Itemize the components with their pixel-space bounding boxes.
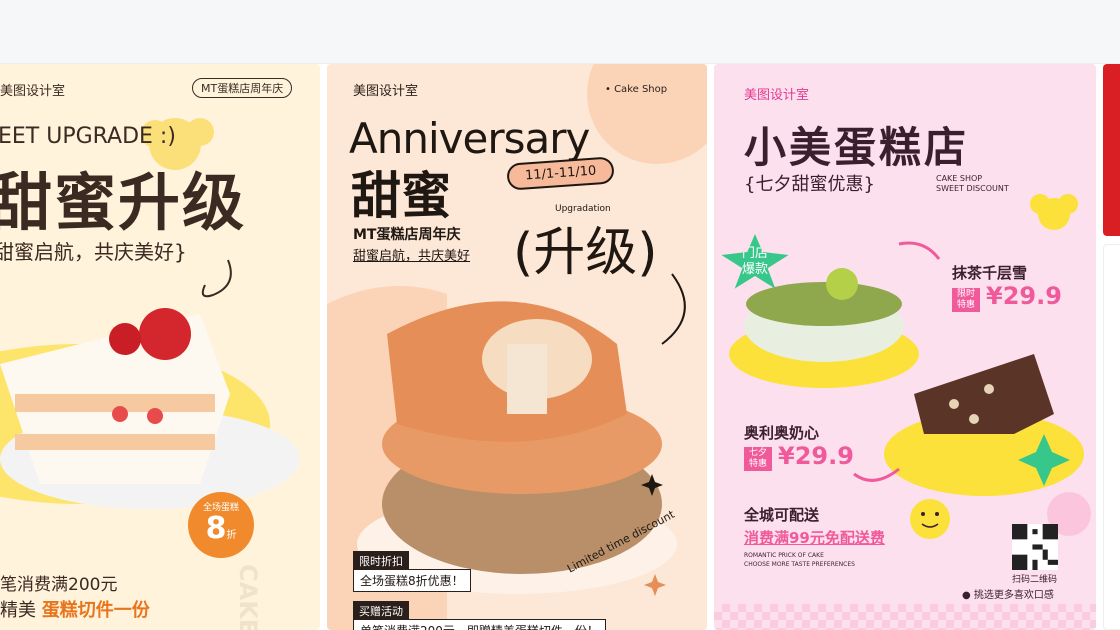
limit-heading: 限时折扣	[353, 551, 409, 571]
poster-title: 甜蜜升级	[0, 166, 247, 239]
event-tag: MT蛋糕店周年庆	[192, 78, 293, 98]
footer-highlight: 蛋糕切件一份	[41, 600, 150, 621]
strawberry	[139, 308, 191, 360]
checker-footer	[714, 604, 1096, 630]
template-card-3[interactable]: 美图设计室 小美蛋糕店 {七夕甜蜜优惠} CAKE SHOP SWEET DIS…	[714, 64, 1096, 630]
badge-number: 8	[205, 511, 227, 546]
product-2-price: ¥29.9	[778, 442, 854, 470]
limit-text: 全场蛋糕8折优惠！	[353, 569, 471, 592]
footer-prefix: 精美	[0, 600, 36, 621]
brand-logo: 美图设计室	[353, 84, 419, 99]
template-card-2[interactable]: 美图设计室 • Cake Shop Anniversary 甜蜜 11/1-11…	[327, 64, 707, 630]
qr-code-icon	[1012, 524, 1058, 570]
template-card-1[interactable]: 美图设计室 MT蛋糕店周年庆 EET UPGRADE :) 甜蜜升级 甜蜜启航，…	[0, 64, 320, 630]
corner-circle	[587, 64, 707, 164]
product-2-tag: 七夕特惠	[744, 447, 772, 471]
product-1-price: ¥29.9	[986, 282, 1062, 310]
discount-badge: 全场蛋糕 8折	[188, 492, 254, 558]
slogan: 甜蜜启航，共庆美好	[353, 249, 471, 264]
gift-heading: 买赠活动	[353, 601, 409, 621]
choc-cake	[914, 354, 1054, 434]
product-1-tag: 限时特惠	[952, 288, 980, 312]
arrow-doodle	[661, 273, 686, 345]
romantic-line-2: CHOOSE MORE TASTE PREFERENCES	[744, 561, 855, 568]
template-card-5[interactable]	[1103, 244, 1120, 630]
footer-line-1: 笔消费满200元	[0, 575, 118, 595]
tianmi-heading: 甜蜜	[351, 167, 451, 225]
product-2-name: 奥利奥奶心	[744, 424, 820, 442]
delivery-text: 全城可配送	[744, 506, 820, 524]
sweet-discount-label: SWEET DISCOUNT	[936, 184, 1009, 193]
top-bar	[0, 0, 1120, 64]
poster-subtitle: {七夕甜蜜优惠}	[744, 174, 875, 195]
scan-label: 扫码二维码	[1012, 575, 1058, 585]
vertical-cake-text: CAKE	[234, 564, 262, 630]
arrow-doodle	[201, 259, 232, 298]
smiley-icon	[910, 499, 950, 539]
cake-shop-label: CAKE SHOP	[936, 174, 983, 183]
template-card-4[interactable]	[1103, 64, 1120, 236]
shengji-heading: (升级)	[513, 223, 658, 283]
brand-logo: 美图设计室	[744, 88, 810, 103]
matcha-cake-top	[746, 282, 902, 326]
shop-label: • Cake Shop	[605, 84, 668, 95]
footer-line-2: 精美 蛋糕切件一份	[0, 596, 150, 622]
romantic-line-1: ROMANTIC PRICK OF CAKE	[744, 552, 824, 559]
poster-subtitle: 甜蜜启航，共庆美好}	[0, 240, 187, 264]
product-1-name: 抹茶千层雪	[952, 264, 1028, 282]
store-name: MT蛋糕店周年庆	[353, 227, 461, 243]
badge-unit: 折	[226, 530, 237, 541]
gift-text: 单笔消费满200元，即赠精美蛋糕切件一份！	[353, 619, 606, 630]
upgrade-text: EET UPGRADE :)	[0, 124, 176, 149]
poster-title: 小美蛋糕店	[744, 123, 970, 172]
more-tastes-text: ● 挑选更多喜欢口感	[962, 590, 1054, 601]
brand-logo: 美图设计室	[0, 84, 66, 99]
free-delivery-text: 消费满99元免配送费	[744, 529, 885, 547]
